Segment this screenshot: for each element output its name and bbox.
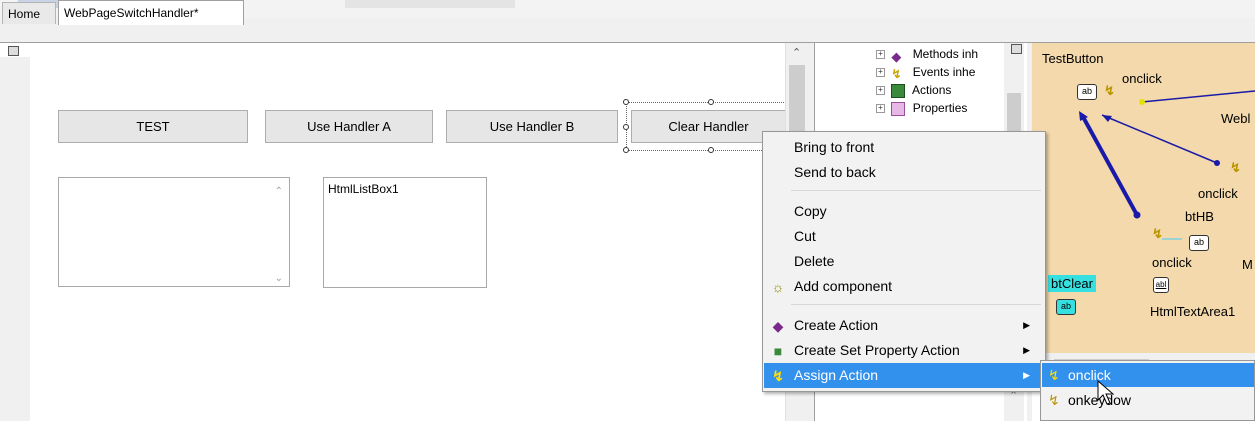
bthb-label: btHB	[1185, 209, 1214, 224]
panel-grip-icon[interactable]	[8, 46, 19, 56]
menu-item-assign-action[interactable]: ↯ Assign Action ▶	[764, 363, 1044, 388]
toolbar-fragment	[345, 0, 515, 8]
event-bolt-icon: ↯	[1152, 226, 1163, 241]
link-node	[1139, 99, 1145, 105]
button-node-icon[interactable]: ab	[1056, 299, 1076, 315]
menu-separator	[791, 190, 1041, 191]
menu-item-create-set-property-action[interactable]: ■ Create Set Property Action ▶	[764, 338, 1044, 363]
resize-handle[interactable]	[623, 99, 629, 105]
methods-icon: ◆	[891, 48, 902, 64]
tree-item-properties[interactable]: + Properties	[876, 100, 967, 117]
submenu-arrow-icon: ▶	[1023, 345, 1030, 355]
scroll-thumb[interactable]	[789, 65, 805, 135]
link-node	[1214, 160, 1220, 166]
menu-item-bring-to-front[interactable]: Bring to front	[764, 135, 1044, 160]
button-node-icon[interactable]: ab	[1077, 84, 1097, 100]
scroll-up-icon[interactable]: ⌃	[275, 186, 283, 197]
tree-item-events[interactable]: + ↯ Events inhe	[876, 64, 975, 81]
panel-grip-icon[interactable]	[1011, 44, 1022, 54]
event-bolt-icon: ↯	[1048, 367, 1060, 383]
scroll-up-icon[interactable]: ⌃	[792, 46, 801, 59]
event-bolt-icon: ↯	[772, 368, 784, 384]
textarea-node-icon[interactable]: abl	[1153, 277, 1169, 293]
resize-handle[interactable]	[623, 124, 629, 130]
submenu-item-onkeydown[interactable]: ↯ onkeydow	[1042, 388, 1254, 412]
html-listbox[interactable]: HtmlListBox1	[323, 177, 487, 288]
context-menu: Bring to front Send to back Copy Cut Del…	[762, 131, 1046, 392]
listbox-label: HtmlListBox1	[328, 182, 399, 196]
create-action-icon: ◆	[772, 318, 784, 334]
m-label: M	[1242, 257, 1253, 272]
testbutton-label: TestButton	[1042, 51, 1104, 66]
event-bolt-icon: ↯	[1230, 160, 1241, 175]
tab-webpageswitchhandler[interactable]: WebPageSwitchHandler*	[58, 0, 244, 25]
properties-icon	[891, 101, 906, 116]
diagram-link	[1080, 114, 1139, 216]
expand-icon[interactable]: +	[876, 50, 885, 60]
menu-item-cut[interactable]: Cut	[764, 224, 1044, 249]
tree-item-methods[interactable]: + ◆ Methods inh	[876, 46, 978, 64]
expand-icon[interactable]: +	[876, 68, 885, 78]
use-handler-b-button[interactable]: Use Handler B	[446, 110, 618, 143]
webl-label: Webl	[1221, 111, 1251, 126]
resize-handle[interactable]	[708, 99, 714, 105]
use-handler-a-button[interactable]: Use Handler A	[265, 110, 433, 143]
expand-icon[interactable]: +	[876, 86, 885, 96]
lightbulb-icon: ☼	[771, 279, 785, 295]
event-diagram[interactable]: TestButton ab ↯ onclick Webl ↯ onclick b…	[1032, 43, 1255, 353]
event-bolt-icon: ↯	[1104, 83, 1115, 98]
htmltextarea-label: HtmlTextArea1	[1150, 304, 1236, 319]
resize-handle[interactable]	[623, 147, 629, 153]
submenu-arrow-icon: ▶	[1023, 370, 1030, 380]
button-node-icon[interactable]: ab	[1189, 235, 1209, 251]
menu-item-create-action[interactable]: ◆ Create Action ▶	[764, 313, 1044, 338]
submenu-item-onclick[interactable]: ↯ onclick	[1042, 363, 1254, 387]
btclear-label: btClear	[1048, 275, 1096, 292]
resize-handle[interactable]	[708, 147, 714, 153]
menu-item-add-component[interactable]: ☼ Add component	[764, 274, 1044, 299]
submenu-arrow-icon: ▶	[1023, 320, 1030, 330]
onclick-label: onclick	[1152, 255, 1192, 270]
assign-action-submenu: ↯ onclick ↯ onkeydow	[1040, 360, 1255, 421]
menu-item-send-to-back[interactable]: Send to back	[764, 160, 1044, 185]
set-property-icon: ■	[773, 343, 783, 359]
diagram-link	[1141, 90, 1255, 103]
expand-icon[interactable]: +	[876, 104, 885, 114]
textarea-control[interactable]: ⌃ ⌄	[58, 177, 290, 287]
test-button[interactable]: TEST	[58, 110, 248, 143]
mouse-cursor-icon	[1097, 380, 1115, 405]
link-node	[1133, 211, 1141, 219]
onclick-label: onclick	[1198, 186, 1238, 201]
tree-item-actions[interactable]: + Actions	[876, 82, 951, 99]
events-bolt-icon: ↯	[891, 66, 902, 81]
scroll-down-icon[interactable]: ⌄	[275, 273, 283, 284]
tab-home[interactable]: Home	[2, 2, 56, 24]
menu-item-delete[interactable]: Delete	[764, 249, 1044, 274]
designer-left-margin	[0, 57, 30, 421]
diagram-link	[1101, 114, 1218, 164]
event-bolt-icon: ↯	[1048, 392, 1060, 408]
menu-separator	[791, 304, 1041, 305]
onclick-label: onclick	[1122, 71, 1162, 86]
actions-icon	[891, 83, 906, 98]
menu-item-copy[interactable]: Copy	[764, 199, 1044, 224]
